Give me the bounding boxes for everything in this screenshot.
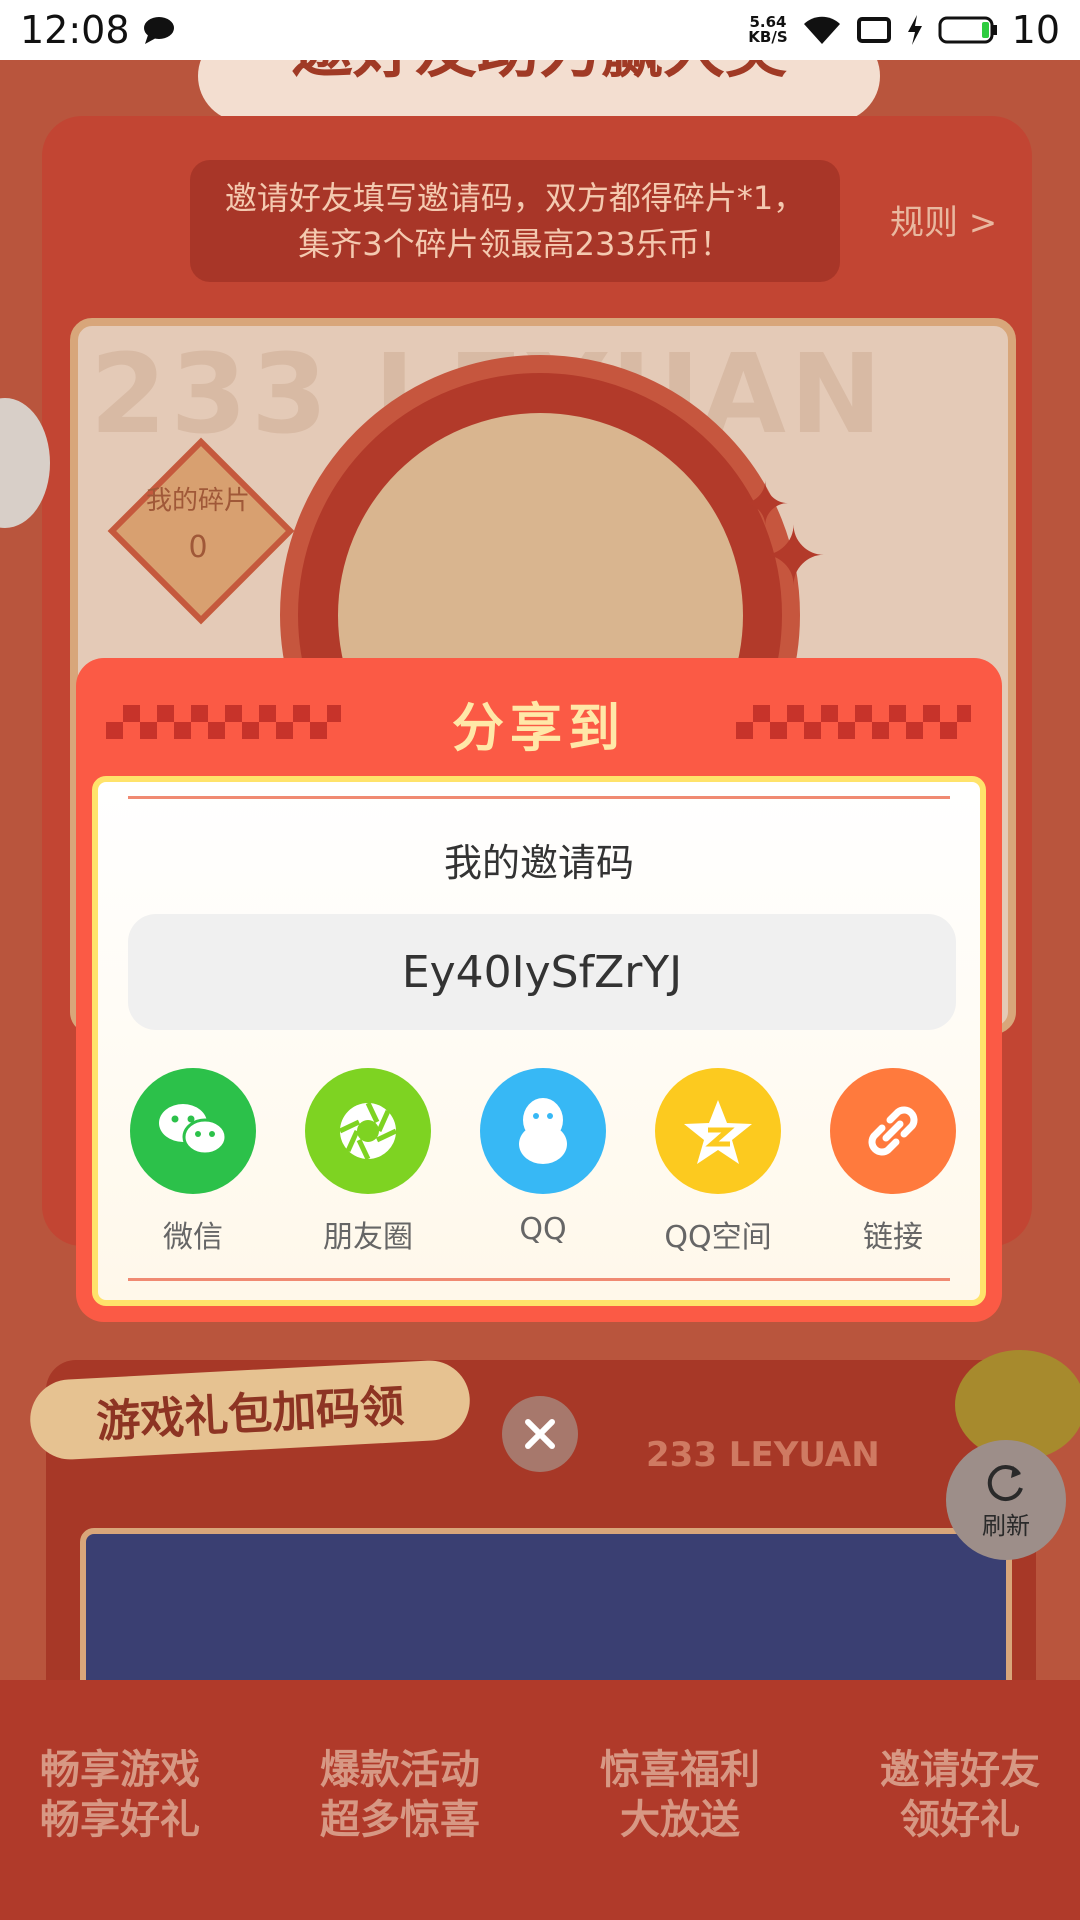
divider bbox=[128, 1278, 950, 1281]
screen-rotation-icon bbox=[856, 17, 891, 43]
wifi-icon bbox=[803, 16, 840, 44]
moments-icon bbox=[305, 1068, 431, 1194]
close-icon bbox=[525, 1419, 555, 1449]
share-wechat-button[interactable]: 微信 bbox=[128, 1068, 258, 1256]
network-speed: 5.64 KB/S bbox=[748, 13, 788, 46]
charging-icon bbox=[907, 15, 922, 45]
close-button[interactable] bbox=[502, 1396, 578, 1472]
battery-level: 10 bbox=[1011, 8, 1060, 52]
share-modal: 分享到 我的邀请码 Ey40IySfZrYJ 微信 朋友圈 QQ QQ空间 链接 bbox=[76, 658, 1002, 1322]
share-moments-label: 朋友圈 bbox=[323, 1220, 413, 1255]
qzone-icon bbox=[655, 1068, 781, 1194]
clock: 12:08 bbox=[20, 8, 130, 52]
share-moments-button[interactable]: 朋友圈 bbox=[303, 1068, 433, 1256]
modal-body: 我的邀请码 Ey40IySfZrYJ 微信 朋友圈 QQ QQ空间 链接 bbox=[92, 776, 986, 1306]
modal-title: 分享到 bbox=[451, 699, 626, 759]
qq-icon bbox=[480, 1068, 606, 1194]
battery-icon bbox=[938, 16, 997, 44]
share-qzone-label: QQ空间 bbox=[664, 1220, 772, 1255]
message-icon bbox=[143, 17, 174, 44]
share-qzone-button[interactable]: QQ空间 bbox=[653, 1068, 783, 1256]
status-bar: 12:08 5.64 KB/S 10 bbox=[0, 0, 1080, 60]
link-icon bbox=[830, 1068, 956, 1194]
share-wechat-label: 微信 bbox=[163, 1220, 223, 1255]
wechat-icon bbox=[130, 1068, 256, 1194]
invite-code-label: 我的邀请码 bbox=[443, 841, 634, 885]
share-link-button[interactable]: 链接 bbox=[828, 1068, 958, 1256]
share-qq-label: QQ bbox=[519, 1212, 567, 1247]
share-qq-button[interactable]: QQ bbox=[478, 1068, 608, 1247]
invite-code-box[interactable]: Ey40IySfZrYJ bbox=[128, 914, 956, 1030]
divider bbox=[128, 796, 950, 799]
share-link-label: 链接 bbox=[863, 1220, 923, 1255]
